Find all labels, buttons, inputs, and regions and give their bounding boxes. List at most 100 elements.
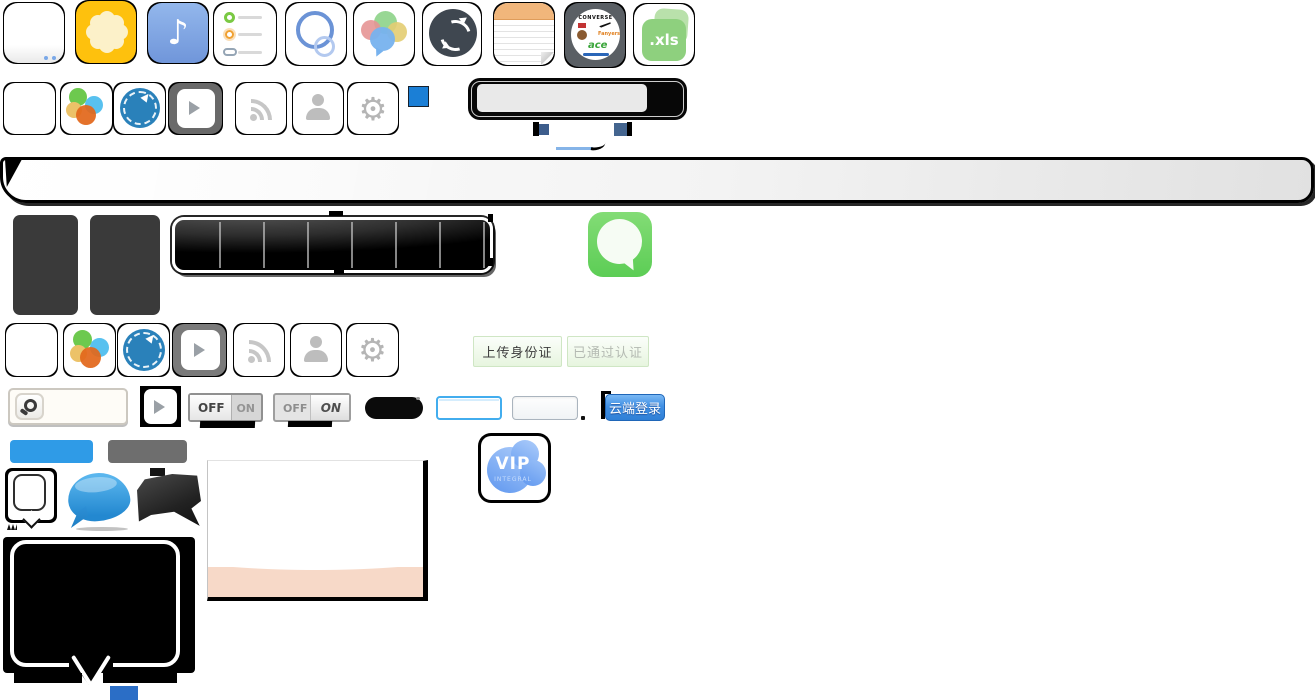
app-icon-flower-photos[interactable] [75, 0, 137, 64]
toggle-switch-off-state[interactable]: OFF ON [188, 393, 263, 422]
sun-icon [225, 30, 234, 39]
brand-ace-label: ace [588, 40, 607, 51]
text-input-plain[interactable] [512, 396, 578, 420]
toggle-off-label: OFF [198, 401, 225, 415]
silver-toolbar-bar [0, 157, 1314, 203]
small-blue-ring-icon [314, 36, 335, 57]
xls-face: .xls [634, 4, 694, 65]
flower-icon [99, 24, 115, 40]
upload-id-button[interactable]: 上传身份证 [473, 336, 562, 367]
search-input[interactable] [477, 84, 647, 112]
icon-rss-small[interactable] [235, 82, 287, 135]
flower-face [76, 1, 136, 63]
messages-app-icon[interactable] [588, 212, 652, 277]
app-icon-music[interactable]: ♪ [147, 2, 209, 64]
search-field[interactable] [8, 388, 128, 425]
icon-play-small-2[interactable] [172, 323, 227, 377]
blank-face [4, 83, 55, 134]
compass-face [114, 83, 165, 134]
blank-squircle-face [4, 3, 64, 63]
text-input-focused[interactable] [436, 396, 502, 420]
list-line [238, 33, 262, 36]
orange-circle [76, 105, 96, 125]
bubble-bottom-stub-left [14, 673, 82, 683]
toggle-on-label: ON [236, 402, 255, 415]
app-icon-xls[interactable]: .xls [633, 3, 695, 66]
icon-blank-small-2[interactable] [5, 323, 58, 377]
bubble-bottom-stub-right [103, 673, 177, 683]
xls-label: .xls [649, 31, 678, 49]
steel-blue-square [614, 123, 627, 136]
app-icon-reminders-list[interactable] [213, 2, 277, 66]
brand-converse-label: CONVERSE [571, 15, 620, 21]
blue-blank-button[interactable] [10, 440, 93, 463]
blue-dot [44, 56, 48, 60]
blue-dot [52, 56, 56, 60]
notes-folded-corner [541, 52, 554, 65]
blue-bottom-swatch [110, 686, 138, 700]
search-go-button[interactable] [652, 84, 680, 112]
brands-face: CONVERSE Fanyers ace [565, 3, 625, 67]
brand-fanyers-label: Fanyers [598, 31, 620, 37]
blue-underline [556, 147, 593, 150]
app-icon-blank-squircle[interactable] [3, 2, 65, 64]
gear-face: ⚙ [348, 83, 398, 134]
segbar-top-tick [329, 211, 343, 216]
vip-face: VIP INTEGRAL [481, 436, 548, 500]
icon-gear-small-2[interactable]: ⚙ [346, 323, 399, 377]
zigzag-mark [7, 524, 17, 530]
icon-compass-small-2[interactable] [117, 323, 170, 377]
blue-square-swatch [408, 86, 429, 107]
icon-person-small[interactable] [292, 82, 344, 135]
plain-input-field[interactable] [515, 399, 573, 415]
play-face [169, 83, 222, 134]
vip-integral-icon[interactable]: VIP INTEGRAL [478, 433, 551, 503]
icon-rss-small-2[interactable] [233, 323, 285, 377]
toggle-switch-on-state[interactable]: OFF ON [273, 393, 351, 422]
notes-face [494, 3, 554, 65]
app-icon-brands[interactable]: CONVERSE Fanyers ace [564, 2, 626, 68]
app-icon-refresh[interactable] [422, 2, 482, 66]
icon-gear-small[interactable]: ⚙ [347, 82, 399, 135]
outlined-bubble-icon [13, 474, 46, 511]
icon-compass-small[interactable] [113, 82, 166, 135]
focused-input-field[interactable] [440, 400, 498, 416]
icon-play-small[interactable] [168, 82, 223, 135]
icon-color-circles-small-2[interactable] [63, 323, 116, 377]
black-pill-button [365, 397, 423, 419]
icon-blank-small[interactable] [3, 82, 56, 135]
list-line [238, 16, 262, 19]
app-icon-notes[interactable] [493, 2, 555, 66]
refresh-face [423, 3, 481, 65]
person-icon [312, 94, 324, 106]
cloud-icon [223, 48, 237, 56]
period-dot-mark [581, 416, 585, 420]
app-icon-overlapping-circles[interactable] [285, 2, 347, 66]
icon-person-small-2[interactable] [290, 323, 342, 377]
black-tick-mark [627, 122, 632, 136]
red-brand-chip [578, 23, 586, 28]
circles-face [286, 3, 346, 65]
sprite-sheet-canvas: ♪ [0, 0, 1315, 700]
compass-dial [120, 88, 160, 128]
verified-badge: 已通过认证 [567, 336, 649, 367]
toggle-on-label: ON [321, 401, 341, 415]
search-field-input[interactable] [48, 392, 122, 420]
play-button-framed[interactable] [140, 386, 181, 427]
icon-color-circles-small[interactable] [60, 82, 113, 135]
play-face [173, 324, 226, 376]
list-line [238, 51, 262, 54]
brands-circle: CONVERSE Fanyers ace [571, 9, 620, 60]
toggle-off-label: OFF [283, 402, 307, 415]
gray-blank-button[interactable] [108, 440, 187, 463]
panel-pink-gradient [208, 567, 423, 597]
app-icon-chat-bubbles[interactable] [353, 2, 415, 66]
toggle-shadow [288, 421, 332, 427]
xls-front-square: .xls [642, 19, 686, 61]
dark-card-placeholder [90, 215, 160, 315]
gear-face: ⚙ [347, 324, 398, 376]
search-bar-widget[interactable] [468, 78, 687, 120]
cloud-login-button[interactable]: 云端登录 [605, 394, 665, 421]
rss-arc-large [251, 99, 272, 120]
person-body [306, 108, 330, 120]
